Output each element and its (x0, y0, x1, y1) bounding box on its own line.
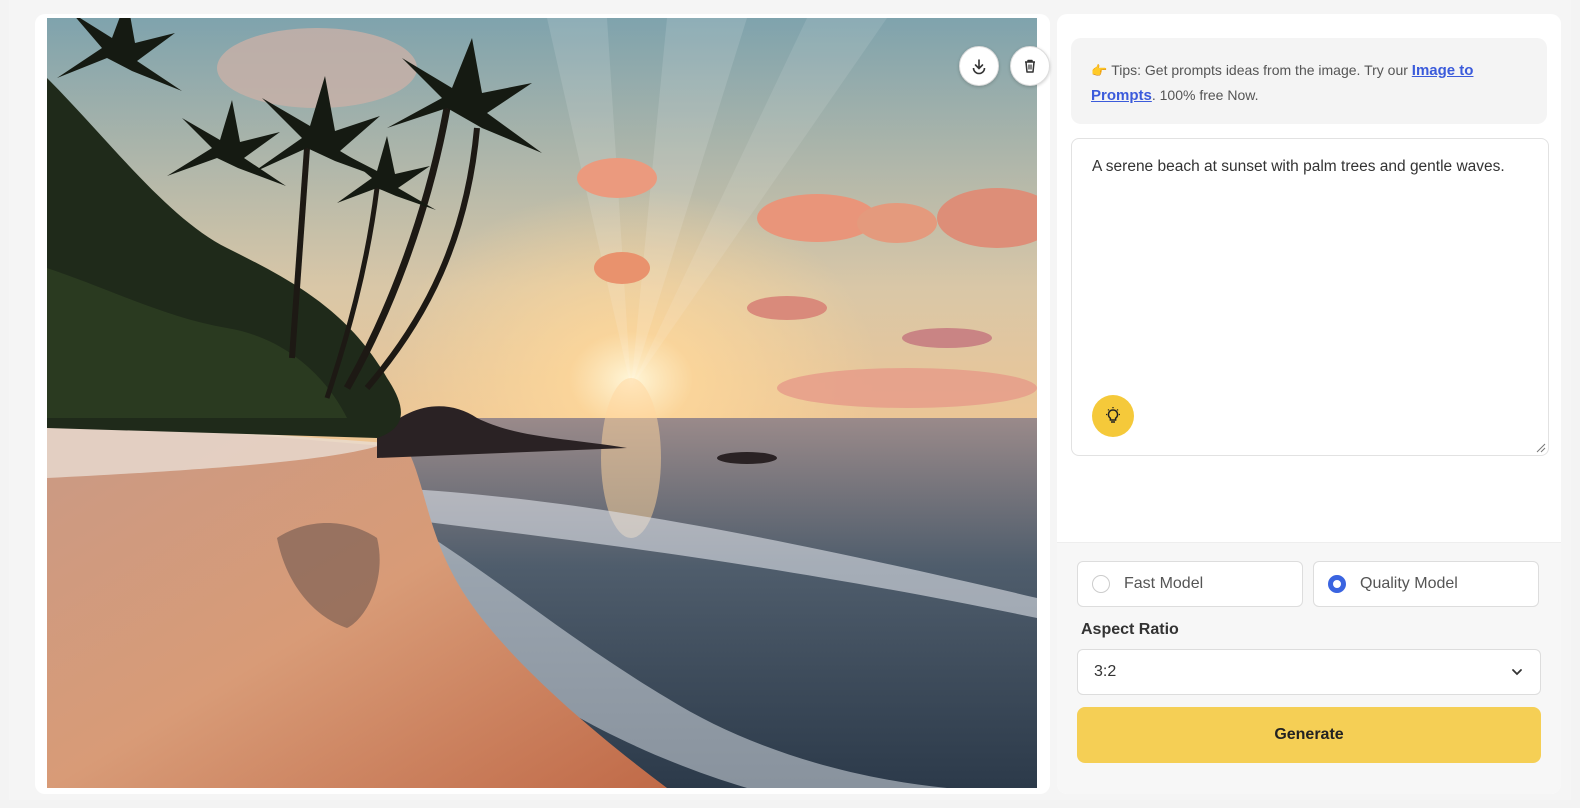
tips-suffix: . 100% free Now. (1151, 87, 1259, 103)
prompt-textarea[interactable]: A serene beach at sunset with palm trees… (1071, 138, 1549, 456)
fast-model-radio[interactable] (1092, 575, 1110, 593)
quality-model-label: Quality Model (1360, 575, 1458, 592)
aspect-ratio-value: 3:2 (1094, 663, 1117, 680)
quality-model-option[interactable]: Quality Model (1313, 561, 1539, 607)
settings-section: Fast Model Quality Model Aspect Ratio 3:… (1057, 542, 1561, 794)
download-icon (972, 59, 986, 75)
lightbulb-icon (1106, 407, 1120, 423)
image-preview-panel (35, 14, 1050, 794)
tips-text: Tips: Get prompts ideas from the image. … (1111, 62, 1408, 78)
fast-model-label: Fast Model (1124, 575, 1204, 592)
generator-panel: 👉 Tips: Get prompts ideas from the image.… (1057, 14, 1561, 794)
download-button[interactable] (959, 46, 999, 86)
quality-model-radio[interactable] (1328, 575, 1346, 593)
resize-handle-icon[interactable] (1534, 441, 1546, 453)
tips-box: 👉 Tips: Get prompts ideas from the image.… (1071, 38, 1547, 124)
aspect-ratio-select[interactable]: 3:2 (1077, 649, 1541, 695)
fast-model-option[interactable]: Fast Model (1077, 561, 1303, 607)
prompt-text: A serene beach at sunset with palm trees… (1092, 158, 1505, 175)
app-container: 👉 Tips: Get prompts ideas from the image.… (9, 0, 1571, 800)
chevron-down-icon (1512, 669, 1522, 676)
trash-icon (1025, 59, 1035, 73)
delete-button[interactable] (1010, 46, 1050, 86)
prompt-idea-button[interactable] (1092, 395, 1134, 437)
aspect-ratio-label: Aspect Ratio (1081, 621, 1179, 638)
generated-image (47, 18, 1037, 788)
pointing-hand-icon: 👉 (1091, 63, 1108, 78)
generate-button[interactable]: Generate (1077, 707, 1541, 763)
